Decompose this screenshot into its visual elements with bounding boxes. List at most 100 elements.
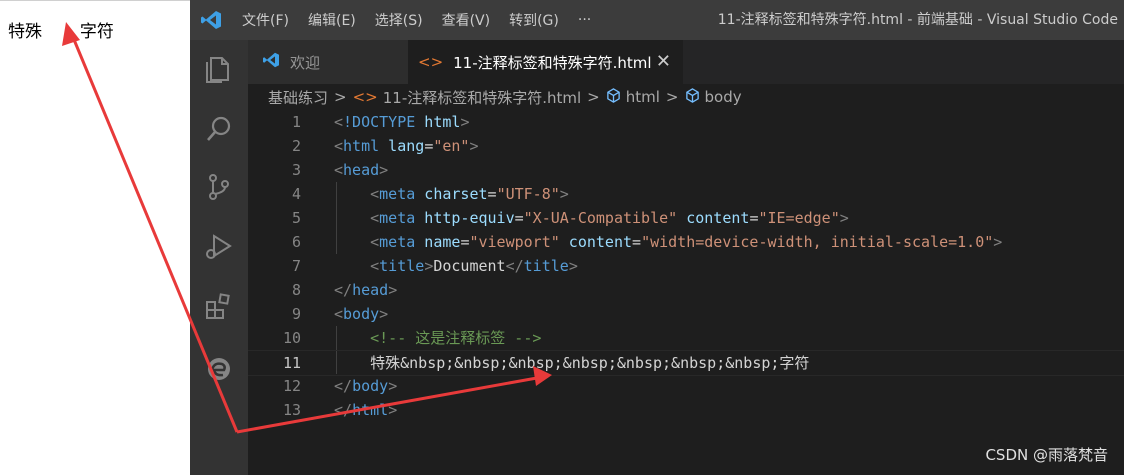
tab-active-label: 11-注释标签和特殊字符.html [453,53,652,72]
code-token: body [352,377,389,395]
breadcrumb-html[interactable]: html [626,88,660,106]
code-token: Document [433,257,506,275]
code-line[interactable]: 6 <meta name="viewport" content="width=d… [248,230,1124,254]
code-text: </head> [334,278,397,302]
code-token: </ [334,401,353,419]
code-line[interactable]: 3 <head> [248,158,1124,182]
tab-welcome[interactable]: 欢迎 [248,40,408,84]
window-title: 11-注释标签和特殊字符.html - 前端基础 - Visual Studio… [717,12,1118,28]
code-text: <!DOCTYPE html> [334,110,469,134]
code-token: > [559,185,569,203]
code-line[interactable]: 12 </body> [248,374,1124,398]
code-token: body [343,305,380,323]
code-token: < [334,305,344,323]
code-line[interactable]: 5 <meta http-equiv="X-UA-Compatible" con… [248,206,1124,230]
code-token: "en" [433,137,470,155]
code-token: > [568,257,578,275]
tab-active-file[interactable]: <> 11-注释标签和特殊字符.html ✕ [408,40,683,84]
chevron-right-icon: > [587,88,600,106]
line-number: 2 [291,137,301,155]
line-number: 11 [282,354,301,372]
code-token: </ [505,257,524,275]
html-file-icon: <> [352,88,378,106]
breadcrumb-file[interactable]: 11-注释标签和特殊字符.html [383,87,581,108]
line-number: 7 [291,257,301,275]
code-token: "viewport" [469,233,560,251]
code-token: < [370,257,380,275]
tab-bar: 欢迎 <> 11-注释标签和特殊字符.html ✕ [248,40,1124,84]
code-text: <body> [334,302,388,326]
code-token: = [487,185,497,203]
code-line[interactable]: 4 <meta charset="UTF-8"> [248,182,1124,206]
code-token: < [334,113,344,131]
code-line[interactable]: 9 <body> [248,302,1124,326]
code-text: <head> [334,158,388,182]
watermark: CSDN @雨落梵音 [985,446,1108,464]
menu-item[interactable]: 文件(F) [242,10,289,30]
vscode-logo-icon [262,52,280,72]
code-line[interactable]: 13 </html> [248,398,1124,422]
activity-bar [190,40,248,475]
run-debug-icon[interactable] [202,230,236,264]
code-text: <html lang="en"> [334,134,479,158]
menu-item[interactable]: 编辑(E) [308,10,356,30]
code-token: = [424,137,434,155]
chevron-right-icon: > [334,88,347,106]
source-control-icon[interactable] [202,170,236,204]
rendered-output-text: 特殊 字符 [8,22,114,42]
breadcrumb: 基础练习 > <> 11-注释标签和特殊字符.html > html > bod… [248,84,1124,110]
title-bar: 文件(F) 编辑(E) 选择(S) 查看(V) 转到(G) ··· 11-注释标签和特殊字… [190,0,1124,40]
menu-bar: 文件(F) 编辑(E) 选择(S) 查看(V) 转到(G) ··· [242,0,610,40]
code-editor[interactable]: 1 <!DOCTYPE html> 2 <html lang="en"> 3 <head>… [248,110,1124,475]
code-text: </html> [334,398,397,422]
browser-preview: 特殊 字符 [0,0,190,476]
code-token: > [388,281,398,299]
code-line[interactable]: 7 <title>Document</title> [248,254,1124,278]
code-line[interactable]: 8 </head> [248,278,1124,302]
line-number: 1 [291,113,301,131]
breadcrumb-body[interactable]: body [705,88,742,106]
menu-item[interactable]: ··· [578,12,591,28]
code-token: html [415,113,461,131]
code-token: meta [379,185,416,203]
code-token: < [334,137,344,155]
extensions-icon[interactable] [202,290,236,324]
menu-item[interactable]: 选择(S) [375,10,423,30]
explorer-icon[interactable] [202,52,236,86]
code-token: "UTF-8" [496,185,560,203]
code-text: <meta name="viewport" content="width=dev… [334,230,1002,254]
code-token: > [460,113,470,131]
search-icon[interactable] [202,112,236,146]
line-number: 4 [291,185,301,203]
code-token: <!-- 这是注释标签 --> [370,329,542,347]
code-token: lang [379,137,425,155]
edge-browser-icon[interactable] [202,352,236,386]
code-token: html [352,401,389,419]
close-icon[interactable]: ✕ [656,51,671,72]
code-text: <title>Document</title> [334,254,578,278]
breadcrumb-folder[interactable]: 基础练习 [268,87,328,108]
code-token: </ [334,377,353,395]
code-token: = [632,233,642,251]
code-token: > [388,377,398,395]
line-number: 10 [282,329,301,347]
code-line[interactable]: 11 特殊&nbsp;&nbsp;&nbsp;&nbsp;&nbsp;&nbsp… [248,350,1124,376]
code-token: head [352,281,389,299]
code-line[interactable]: 2 <html lang="en"> [248,134,1124,158]
code-line[interactable]: 1 <!DOCTYPE html> [248,110,1124,134]
code-text: </body> [334,374,397,398]
code-text: <meta charset="UTF-8"> [334,182,569,206]
menu-item[interactable]: 查看(V) [442,10,491,30]
code-token: meta [379,209,416,227]
code-line[interactable]: 10 <!-- 这是注释标签 --> [248,326,1124,350]
code-token: "X-UA-Compatible" [523,209,678,227]
code-token: "width=device-width, initial-scale=1.0" [641,233,994,251]
code-token: content [559,233,633,251]
line-number: 9 [291,305,301,323]
menu-item[interactable]: 转到(G) [509,10,559,30]
code-text: <!-- 这是注释标签 --> [334,326,541,350]
code-token: > [993,233,1003,251]
code-text: <meta http-equiv="X-UA-Compatible" conte… [334,206,849,230]
